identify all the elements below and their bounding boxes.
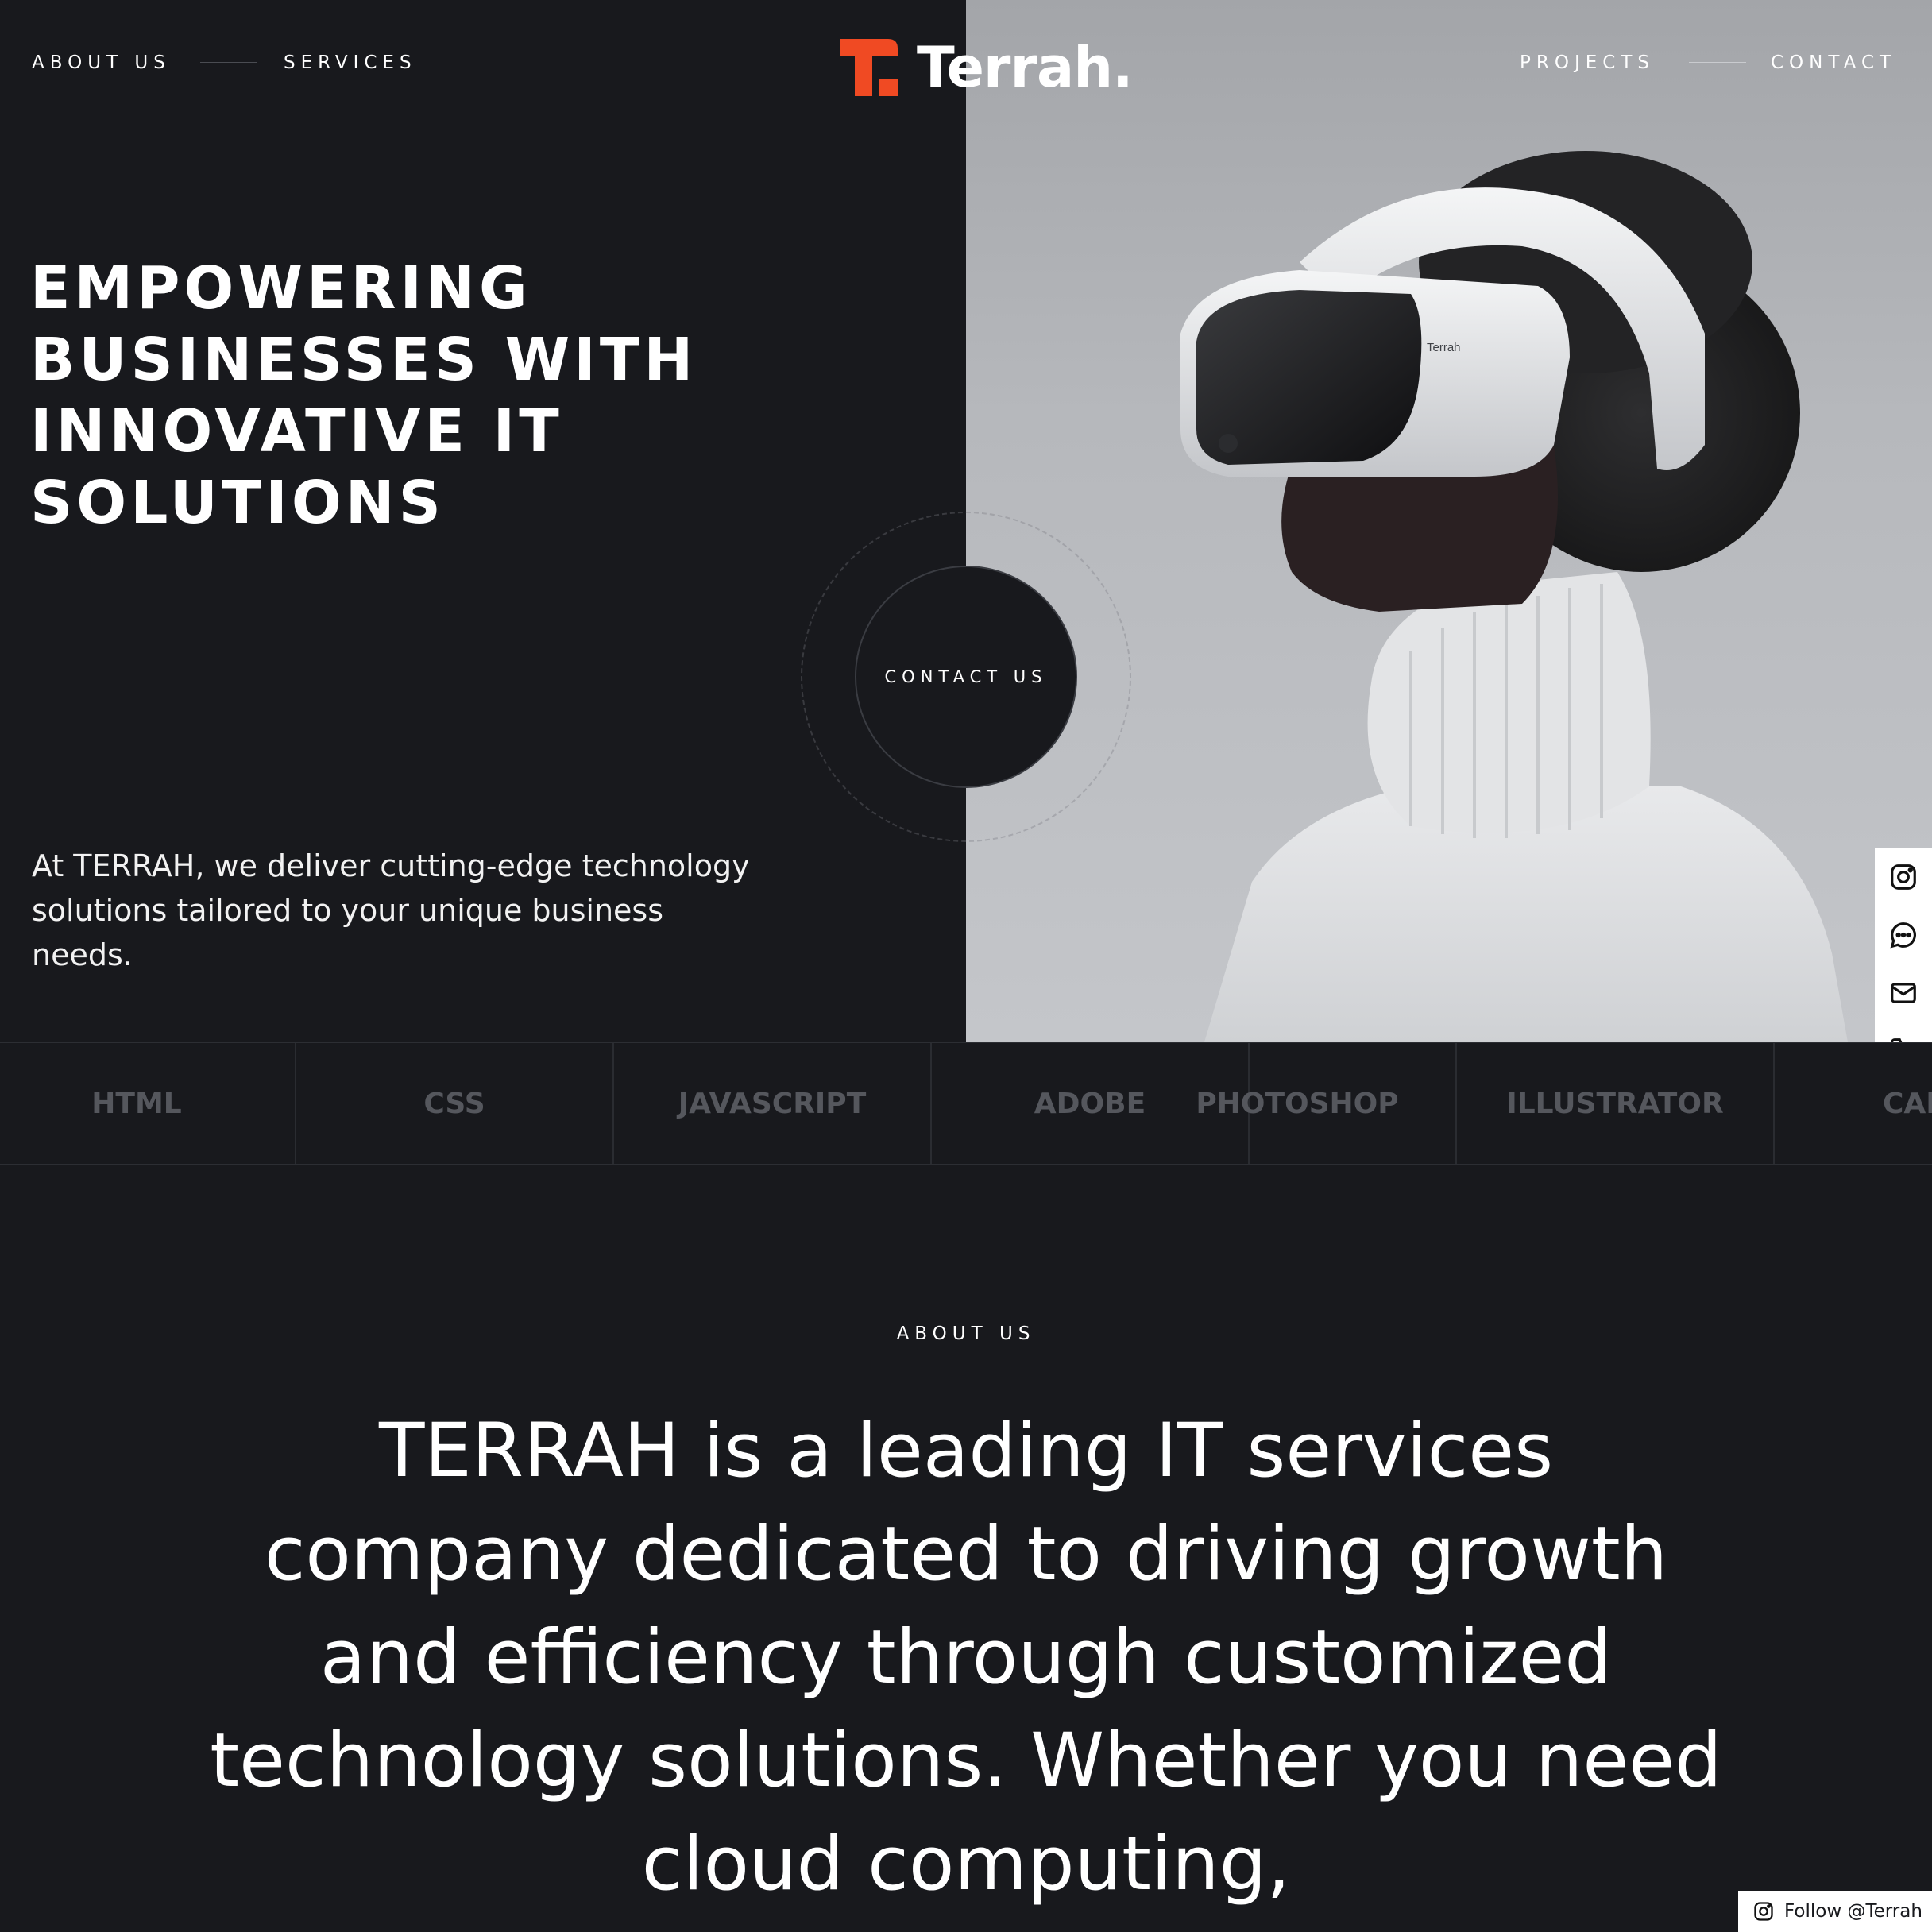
hero-title: EMPOWERING BUSINESSES WITH INNOVATIVE IT… <box>30 253 888 539</box>
logo[interactable]: Terrah. <box>840 35 1134 100</box>
instagram-icon[interactable] <box>1875 848 1932 906</box>
nav-contact[interactable]: CONTACT <box>1771 52 1896 73</box>
hero-title-line: BUSINESSES WITH <box>30 326 697 394</box>
follow-label: Follow @Terrah <box>1784 1901 1922 1922</box>
nav-divider <box>200 62 257 63</box>
marquee-item: ILLUSTRATOR <box>1457 1043 1775 1164</box>
logo-mark-icon <box>840 39 898 96</box>
logo-text: Terrah. <box>917 35 1134 100</box>
mail-icon[interactable] <box>1875 964 1932 1022</box>
nav-projects[interactable]: PROJECTS <box>1520 52 1655 73</box>
tech-marquee: HTML CSS JAVASCRIPT ADOBE PHOTOSHOP ILLU… <box>0 1042 1932 1165</box>
marquee-item: HTML <box>0 1043 296 1164</box>
headset-brand-text: Terrah <box>1427 341 1461 354</box>
hero-title-line: INNOVATIVE IT <box>30 397 563 466</box>
hero-subtitle: At TERRAH, we deliver cutting-edge techn… <box>32 848 750 972</box>
contact-us-button[interactable]: CONTACT US <box>855 566 1077 788</box>
chat-icon[interactable] <box>1875 906 1932 964</box>
follow-instagram-button[interactable]: Follow @Terrah <box>1738 1891 1932 1932</box>
instagram-icon <box>1754 1902 1773 1921</box>
about-text: TERRAH is a leading IT services company … <box>210 1408 1722 1907</box>
hero-image-illustration: Terrah <box>1180 151 1848 1042</box>
hero-title-line: SOLUTIONS <box>30 469 445 537</box>
nav-services[interactable]: SERVICES <box>284 52 417 73</box>
hero-image: Terrah <box>966 0 1932 1042</box>
marquee-item: CANVA <box>1775 1043 1932 1164</box>
marquee-item: JAVASCRIPT <box>614 1043 932 1164</box>
marquee-item: CSS <box>296 1043 614 1164</box>
nav-divider <box>1689 62 1746 63</box>
nav-about-us[interactable]: ABOUT US <box>32 52 171 73</box>
hero-title-line: EMPOWERING <box>30 254 531 323</box>
about-section-label: ABOUT US <box>896 1323 1036 1344</box>
marquee-item: PHOTOSHOP <box>1139 1043 1457 1164</box>
